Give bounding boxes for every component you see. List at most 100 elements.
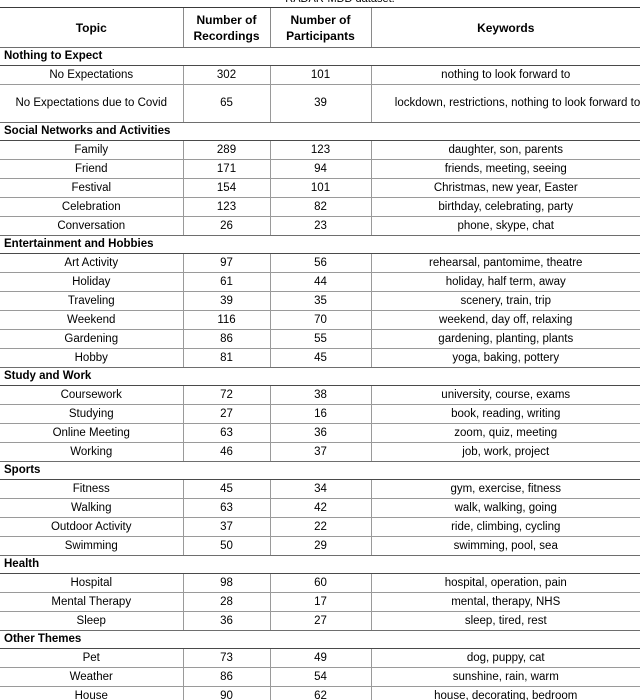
cell-topic: Gardening bbox=[0, 329, 183, 349]
cell-keywords: mental, therapy, NHS bbox=[370, 592, 640, 612]
cell-keywords: lockdown, restrictions, nothing to look … bbox=[370, 84, 640, 123]
cell-number-of-participants: 45 bbox=[269, 348, 371, 368]
cell-topic: Sleep bbox=[0, 611, 183, 631]
cell-keywords: birthday, celebrating, party bbox=[370, 197, 640, 217]
column-header-participants-line2: Participants bbox=[286, 28, 355, 43]
cell-keywords: weekend, day off, relaxing bbox=[370, 310, 640, 330]
table-row: No Expectations due to Covid 65 39 lockdown… bbox=[0, 84, 640, 123]
cell-keywords: university, course, exams bbox=[370, 385, 640, 405]
table-row: Sleep 36 27 sleep, tired, rest bbox=[0, 611, 640, 631]
cell-topic: House bbox=[0, 686, 183, 700]
table-row: Conversation 26 23 phone, skype, chat bbox=[0, 216, 640, 236]
cell-number-of-participants: 39 bbox=[269, 84, 371, 123]
table-row: Gardening 86 55 gardening, planting, plants bbox=[0, 329, 640, 349]
column-header-recordings: Number of Recordings bbox=[182, 7, 270, 48]
table-section-header-row: Health bbox=[0, 555, 640, 574]
table-row: Walking 63 42 walk, walking, going bbox=[0, 498, 640, 518]
cell-number-of-recordings: 302 bbox=[182, 65, 270, 85]
cell-keywords: zoom, quiz, meeting bbox=[370, 423, 640, 443]
table-section-header-row: Entertainment and Hobbies bbox=[0, 235, 640, 254]
cell-keywords-text: lockdown, restrictions, nothing to look … bbox=[394, 97, 640, 109]
cell-number-of-recordings: 28 bbox=[182, 592, 270, 612]
table-section-header-label: Nothing to Expect bbox=[0, 47, 640, 66]
cell-keywords: gym, exercise, fitness bbox=[370, 479, 640, 499]
table-row: Coursework 72 38 university, course, exams bbox=[0, 385, 640, 405]
cell-number-of-participants: 29 bbox=[269, 536, 371, 556]
cell-topic: Swimming bbox=[0, 536, 183, 556]
cell-keywords: holiday, half term, away bbox=[370, 272, 640, 292]
table-row: Traveling 39 35 scenery, train, trip bbox=[0, 291, 640, 311]
cell-number-of-participants: 37 bbox=[269, 442, 371, 462]
table-section-header-label: Other Themes bbox=[0, 630, 640, 649]
cell-topic: Walking bbox=[0, 498, 183, 518]
table-row: Festival 154 101 Christmas, new year, Easte… bbox=[0, 178, 640, 198]
cell-topic: Friend bbox=[0, 159, 183, 179]
cell-keywords: walk, walking, going bbox=[370, 498, 640, 518]
cell-topic: Holiday bbox=[0, 272, 183, 292]
cell-number-of-participants: 35 bbox=[269, 291, 371, 311]
table-section-header-row: Other Themes bbox=[0, 630, 640, 649]
table-row: Online Meeting 63 36 zoom, quiz, meeting bbox=[0, 423, 640, 443]
cell-topic: Festival bbox=[0, 178, 183, 198]
cell-keywords: sleep, tired, rest bbox=[370, 611, 640, 631]
cell-topic: No Expectations due to Covid bbox=[0, 84, 183, 123]
cell-number-of-recordings: 63 bbox=[182, 498, 270, 518]
cell-number-of-participants: 62 bbox=[269, 686, 371, 700]
table-row: Hospital 98 60 hospital, operation, pain bbox=[0, 573, 640, 593]
table-row: Outdoor Activity 37 22 ride, climbing, cycl… bbox=[0, 517, 640, 537]
table-row: Holiday 61 44 holiday, half term, away bbox=[0, 272, 640, 292]
column-header-recordings-line1: Number of bbox=[196, 12, 257, 27]
table-section-header-label: Sports bbox=[0, 461, 640, 480]
cell-topic: Conversation bbox=[0, 216, 183, 236]
cell-number-of-recordings: 86 bbox=[182, 667, 270, 687]
cell-number-of-recordings: 86 bbox=[182, 329, 270, 349]
cell-number-of-participants: 70 bbox=[269, 310, 371, 330]
cell-number-of-recordings: 73 bbox=[182, 648, 270, 668]
cell-number-of-recordings: 116 bbox=[182, 310, 270, 330]
cell-keywords: rehearsal, pantomime, theatre bbox=[370, 253, 640, 273]
table-caption-text: RADAR-MDD dataset. bbox=[0, 0, 640, 6]
cell-keywords: job, work, project bbox=[370, 442, 640, 462]
cell-number-of-recordings: 123 bbox=[182, 197, 270, 217]
cell-topic: Family bbox=[0, 140, 183, 160]
cell-keywords: ride, climbing, cycling bbox=[370, 517, 640, 537]
cell-number-of-participants: 54 bbox=[269, 667, 371, 687]
table-row: Hobby 81 45 yoga, baking, pottery bbox=[0, 348, 640, 368]
cell-number-of-recordings: 65 bbox=[182, 84, 270, 123]
table-row: Working 46 37 job, work, project bbox=[0, 442, 640, 462]
document-page: RADAR-MDD dataset. Topic Number of Recor… bbox=[0, 0, 640, 700]
cell-number-of-participants: 60 bbox=[269, 573, 371, 593]
cell-number-of-recordings: 39 bbox=[182, 291, 270, 311]
cell-keywords: gardening, planting, plants bbox=[370, 329, 640, 349]
cell-topic: Art Activity bbox=[0, 253, 183, 273]
cell-number-of-participants: 49 bbox=[269, 648, 371, 668]
column-header-participants: Number of Participants bbox=[269, 7, 371, 48]
column-header-keywords: Keywords bbox=[370, 7, 640, 48]
cell-topic: Outdoor Activity bbox=[0, 517, 183, 537]
cell-number-of-recordings: 50 bbox=[182, 536, 270, 556]
cell-keywords: swimming, pool, sea bbox=[370, 536, 640, 556]
table-row: Swimming 50 29 swimming, pool, sea bbox=[0, 536, 640, 556]
cell-number-of-participants: 101 bbox=[269, 65, 371, 85]
table-section-header-label: Study and Work bbox=[0, 367, 640, 386]
cell-number-of-recordings: 46 bbox=[182, 442, 270, 462]
column-header-recordings-line2: Recordings bbox=[193, 28, 260, 43]
table-row: Fitness 45 34 gym, exercise, fitness bbox=[0, 479, 640, 499]
table-section-header-row: Nothing to Expect bbox=[0, 47, 640, 66]
cell-number-of-participants: 34 bbox=[269, 479, 371, 499]
cell-keywords: house, decorating, bedroom bbox=[370, 686, 640, 700]
cell-number-of-recordings: 171 bbox=[182, 159, 270, 179]
cell-number-of-participants: 55 bbox=[269, 329, 371, 349]
cell-keywords: friends, meeting, seeing bbox=[370, 159, 640, 179]
table-row: Friend 171 94 friends, meeting, seeing bbox=[0, 159, 640, 179]
table-row: Weather 86 54 sunshine, rain, warm bbox=[0, 667, 640, 687]
table-section-header-label: Social Networks and Activities bbox=[0, 122, 640, 141]
cell-number-of-recordings: 63 bbox=[182, 423, 270, 443]
cell-topic: Weekend bbox=[0, 310, 183, 330]
cell-number-of-recordings: 27 bbox=[182, 404, 270, 424]
column-header-topic: Topic bbox=[0, 7, 183, 48]
cell-topic: Traveling bbox=[0, 291, 183, 311]
table-row: Mental Therapy 28 17 mental, therapy, NHS bbox=[0, 592, 640, 612]
cell-topic: No Expectations bbox=[0, 65, 183, 85]
cell-keywords: yoga, baking, pottery bbox=[370, 348, 640, 368]
